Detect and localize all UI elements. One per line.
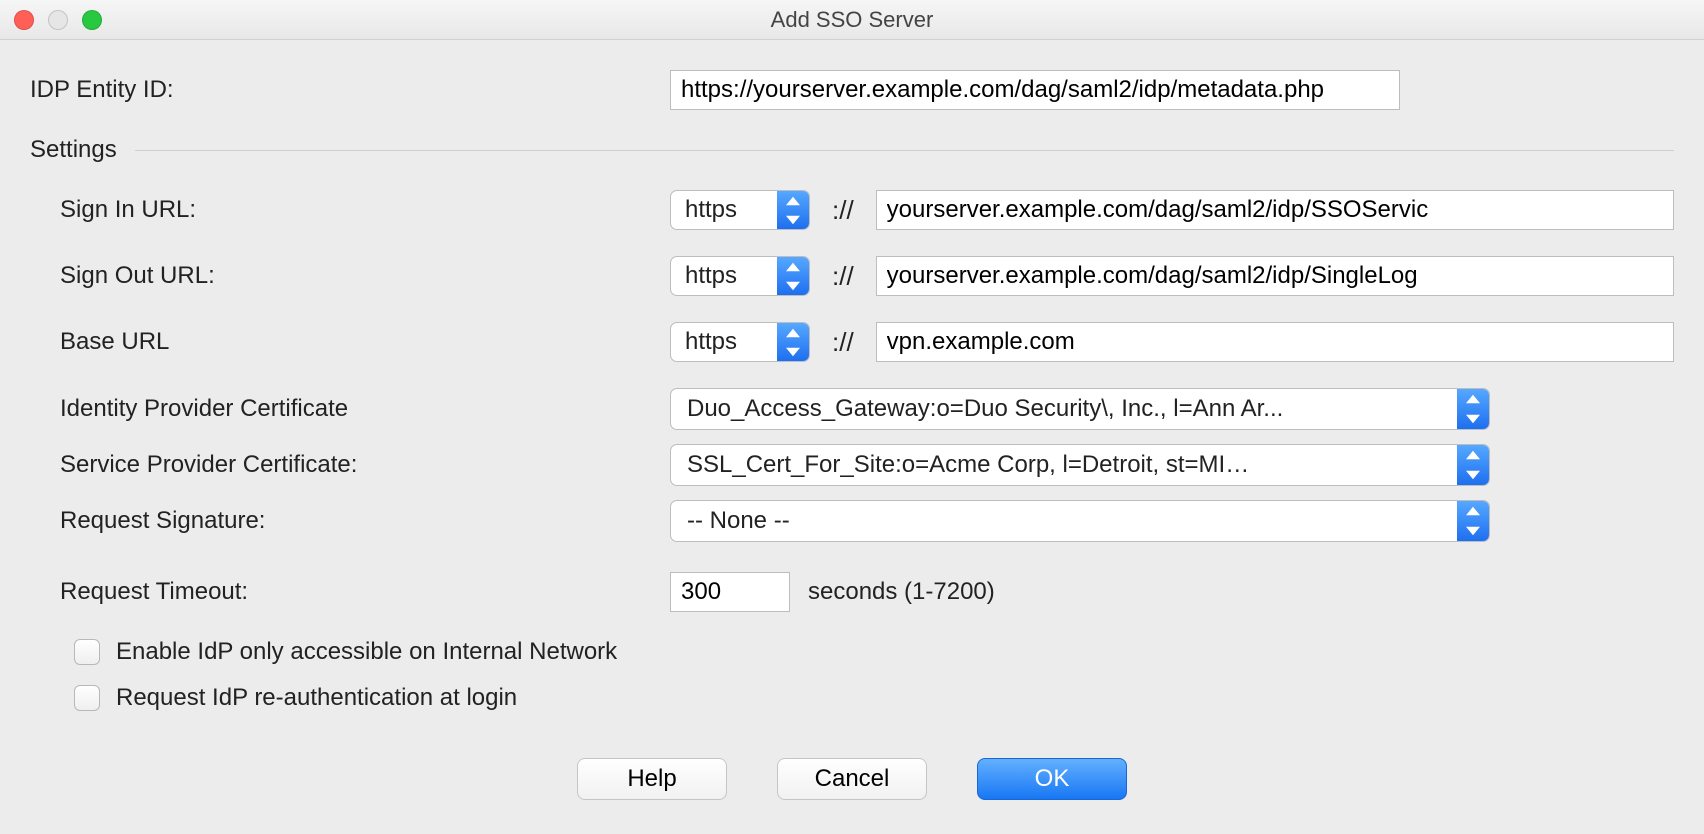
cancel-button[interactable]: Cancel bbox=[777, 758, 927, 800]
sp-cert-select[interactable]: SSL_Cert_For_Site:o=Acme Corp, l=Detroit… bbox=[670, 444, 1490, 486]
idp-cert-select[interactable]: Duo_Access_Gateway:o=Duo Security\, Inc.… bbox=[670, 388, 1490, 430]
url-separator: :// bbox=[828, 195, 858, 226]
request-signature-label: Request Signature: bbox=[30, 507, 670, 535]
section-divider bbox=[135, 150, 1674, 151]
minimize-icon bbox=[48, 10, 68, 30]
base-protocol-value: https bbox=[671, 323, 777, 361]
request-signature-select[interactable]: -- None -- bbox=[670, 500, 1490, 542]
help-button[interactable]: Help bbox=[577, 758, 727, 800]
signin-url-input[interactable] bbox=[876, 190, 1674, 230]
signin-url-label: Sign In URL: bbox=[30, 196, 670, 224]
request-reauth-checkbox[interactable] bbox=[74, 685, 100, 711]
stepper-icon bbox=[1457, 501, 1489, 541]
stepper-icon bbox=[1457, 389, 1489, 429]
base-url-label: Base URL bbox=[30, 328, 670, 356]
signout-protocol-select[interactable]: https bbox=[670, 256, 810, 296]
signout-url-input[interactable] bbox=[876, 256, 1674, 296]
signin-protocol-select[interactable]: https bbox=[670, 190, 810, 230]
close-icon[interactable] bbox=[14, 10, 34, 30]
window-title: Add SSO Server bbox=[0, 7, 1704, 33]
enable-internal-checkbox[interactable] bbox=[74, 639, 100, 665]
request-signature-value: -- None -- bbox=[671, 501, 1457, 541]
signin-protocol-value: https bbox=[671, 191, 777, 229]
signout-protocol-value: https bbox=[671, 257, 777, 295]
base-url-input[interactable] bbox=[876, 322, 1674, 362]
idp-cert-value: Duo_Access_Gateway:o=Duo Security\, Inc.… bbox=[671, 389, 1457, 429]
stepper-icon bbox=[777, 257, 809, 295]
request-timeout-suffix: seconds (1-7200) bbox=[808, 578, 995, 606]
idp-entity-id-label: IDP Entity ID: bbox=[30, 76, 670, 104]
ok-button[interactable]: OK bbox=[977, 758, 1127, 800]
window-controls bbox=[14, 10, 102, 30]
settings-heading: Settings bbox=[30, 136, 117, 164]
idp-entity-id-input[interactable] bbox=[670, 70, 1400, 110]
request-reauth-label: Request IdP re-authentication at login bbox=[116, 684, 517, 712]
url-separator: :// bbox=[828, 327, 858, 358]
sp-cert-value: SSL_Cert_For_Site:o=Acme Corp, l=Detroit… bbox=[671, 445, 1457, 485]
enable-internal-label: Enable IdP only accessible on Internal N… bbox=[116, 638, 617, 666]
idp-cert-label: Identity Provider Certificate bbox=[30, 395, 670, 423]
base-protocol-select[interactable]: https bbox=[670, 322, 810, 362]
stepper-icon bbox=[777, 191, 809, 229]
signout-url-label: Sign Out URL: bbox=[30, 262, 670, 290]
zoom-icon[interactable] bbox=[82, 10, 102, 30]
request-timeout-label: Request Timeout: bbox=[30, 578, 670, 606]
request-timeout-input[interactable] bbox=[670, 572, 790, 612]
titlebar: Add SSO Server bbox=[0, 0, 1704, 40]
sp-cert-label: Service Provider Certificate: bbox=[30, 451, 670, 479]
stepper-icon bbox=[1457, 445, 1489, 485]
stepper-icon bbox=[777, 323, 809, 361]
settings-section-header: Settings bbox=[30, 136, 1674, 164]
url-separator: :// bbox=[828, 261, 858, 292]
